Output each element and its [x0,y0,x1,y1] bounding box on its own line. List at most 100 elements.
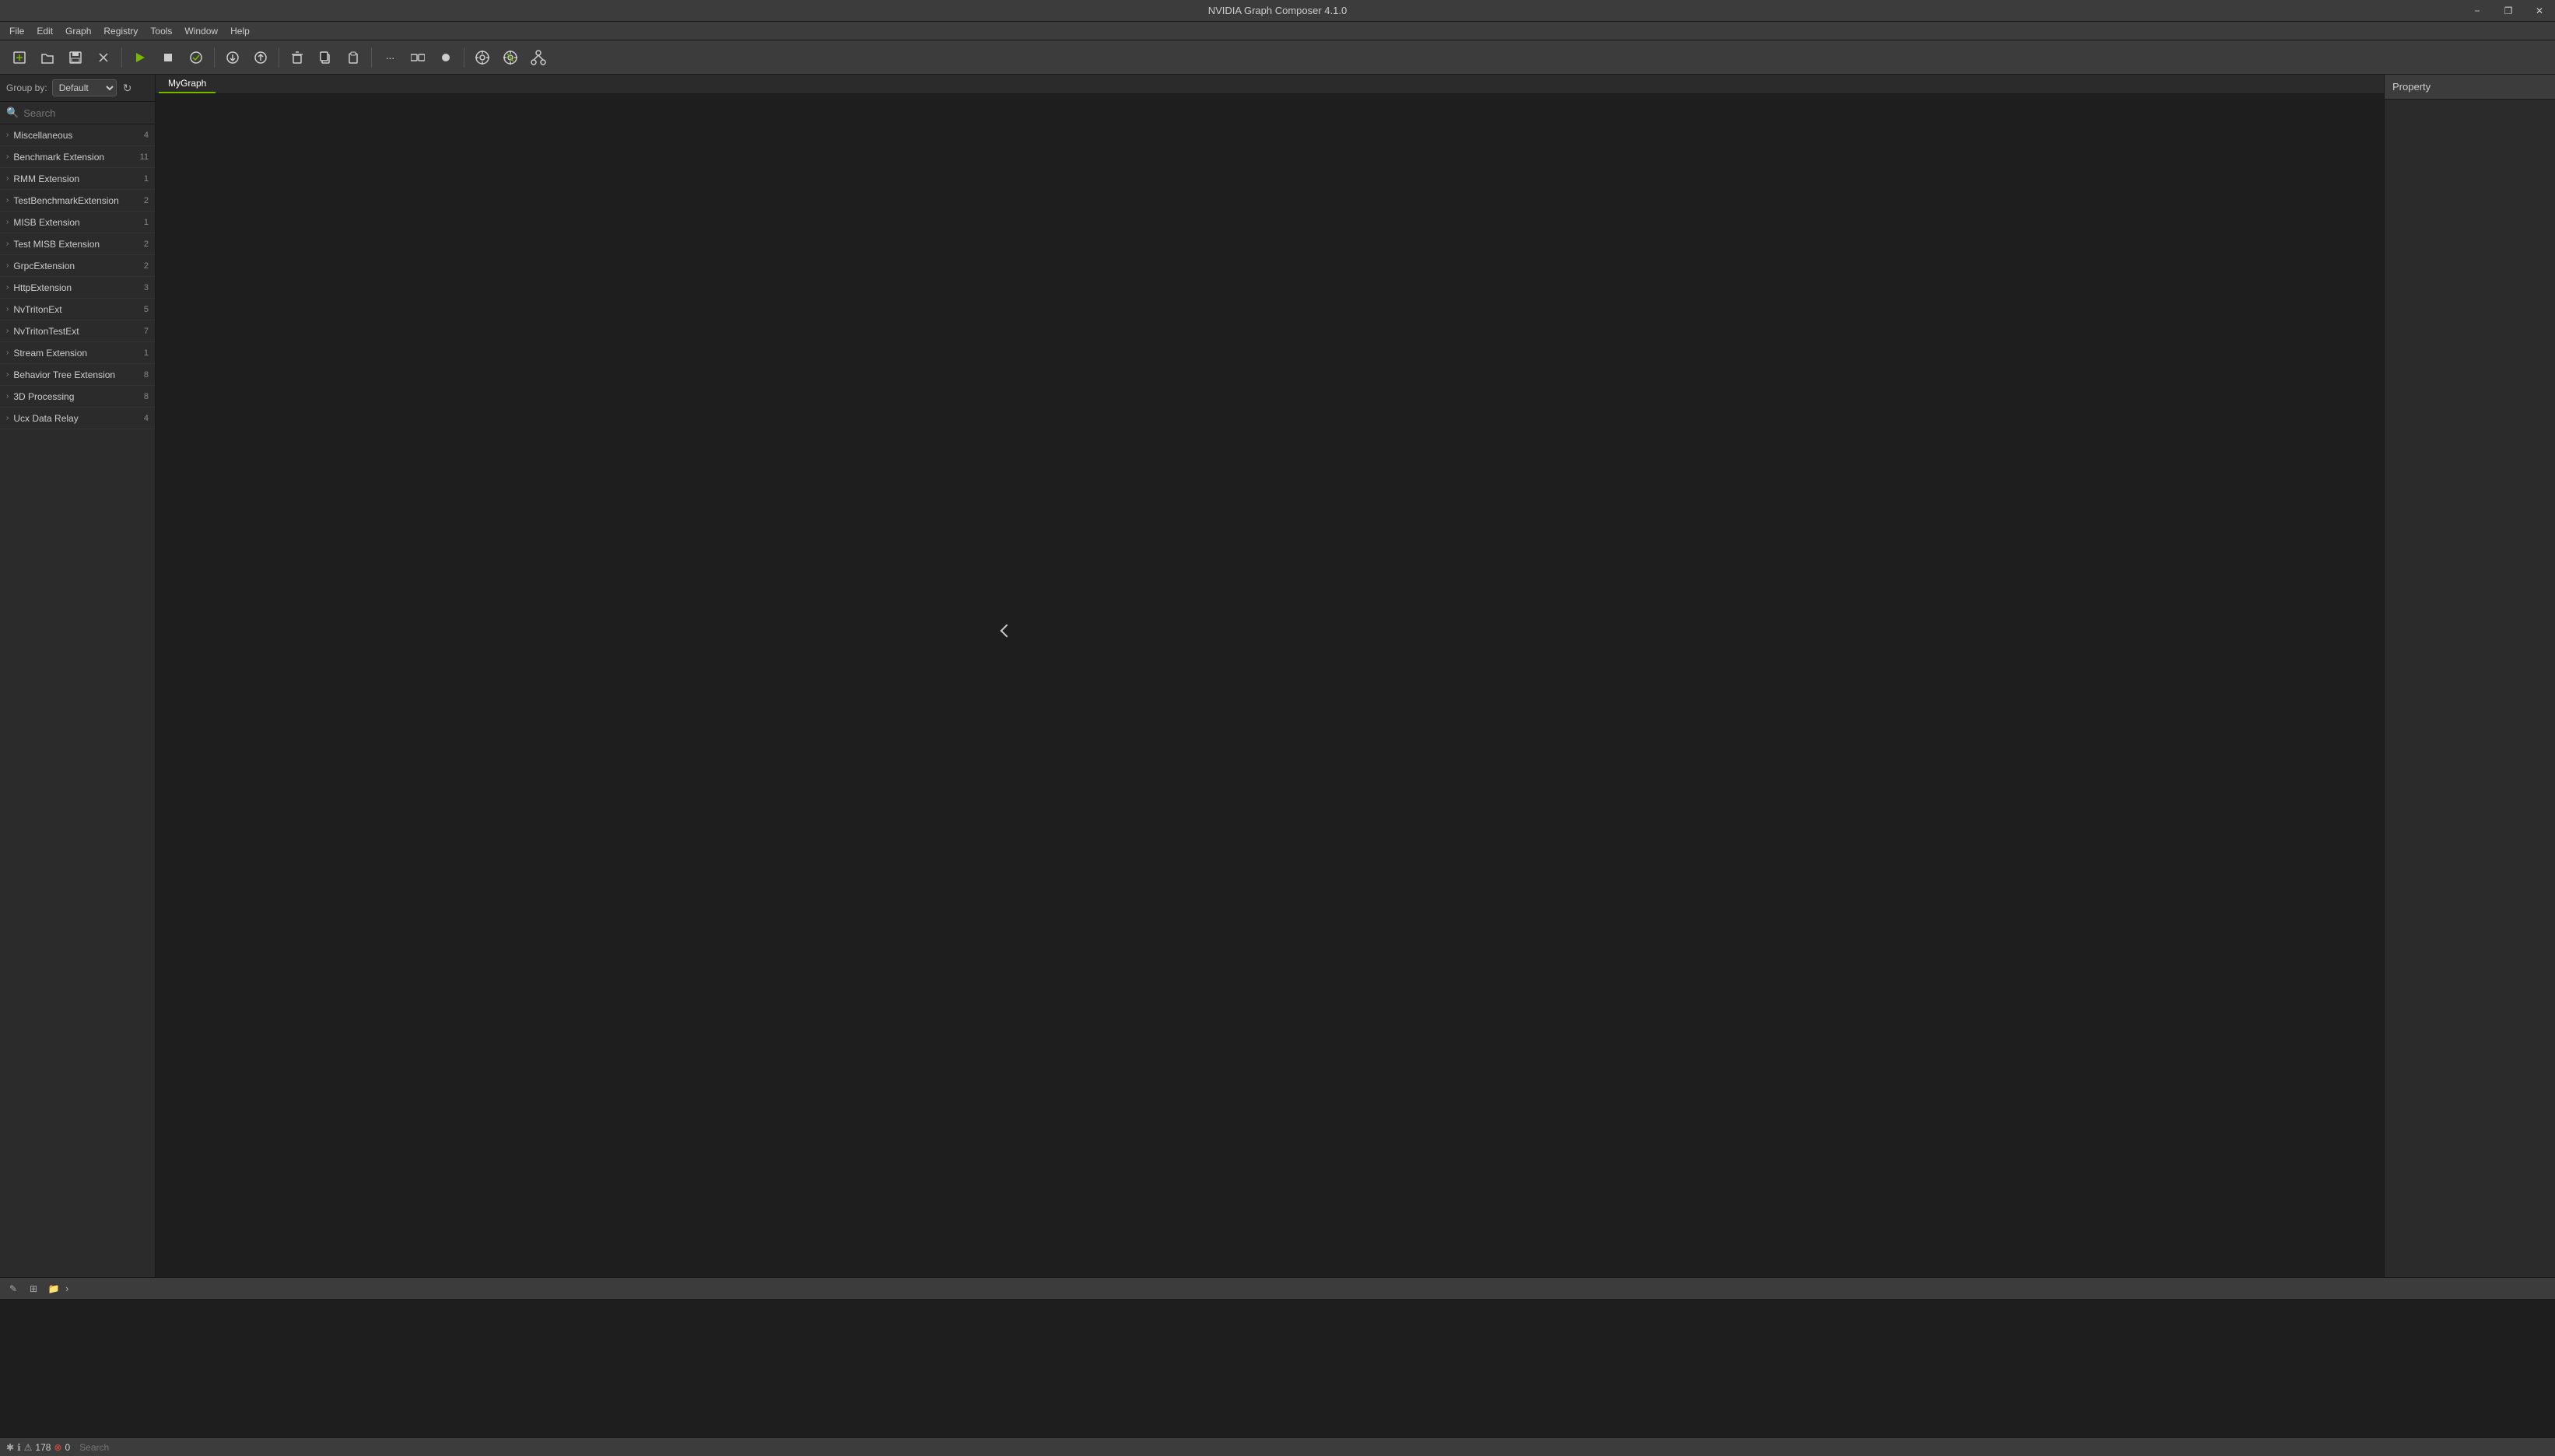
list-item[interactable]: › HttpExtension3 [0,277,155,299]
menu-bar: FileEditGraphRegistryToolsWindowHelp [0,22,2555,40]
component-list: ›Miscellaneous4›Benchmark Extension11›RM… [0,124,155,1277]
chevron-right-icon: › [6,131,9,139]
check-button[interactable] [183,44,209,71]
separator-1 [121,47,122,68]
list-item-label: NvTritonTestExt [13,326,141,337]
chevron-right-icon: › [6,152,9,161]
chevron-right-icon: › [6,261,9,270]
list-item-count: 7 [144,327,149,336]
graph-area: MyGraph [156,75,2384,1277]
graph-tabs: MyGraph [156,75,2384,94]
list-item-count: 3 [144,283,149,292]
group-by-select[interactable]: Default Category Extension [52,79,117,96]
list-item-label: TestBenchmarkExtension [13,195,141,206]
branch-button[interactable] [525,44,552,71]
list-item-label: Stream Extension [13,348,141,359]
graph-canvas[interactable] [156,94,2384,1277]
list-item[interactable]: › NvTritonTestExt7 [0,320,155,342]
list-item[interactable]: ›3D Processing8 [0,386,155,408]
group-by-label: Group by: [6,82,47,93]
new-button[interactable] [6,44,33,71]
list-item-count: 2 [144,240,149,249]
open-button[interactable] [34,44,61,71]
minimize-button[interactable]: − [2462,0,2493,21]
list-item[interactable]: ›TestBenchmarkExtension2 [0,190,155,212]
list-item-count: 1 [144,218,149,227]
menu-item-file[interactable]: File [3,22,30,40]
list-item[interactable]: ›Miscellaneous4 [0,124,155,146]
status-warning-icon: ⚠ [24,1442,33,1453]
search-input[interactable] [23,107,156,119]
refresh-button[interactable]: ↻ [121,80,134,96]
list-item-label: Test MISB Extension [13,239,141,250]
save-button[interactable] [62,44,89,71]
close-button[interactable]: ✕ [2524,0,2555,21]
list-item-count: 1 [144,174,149,184]
target2-button[interactable] [497,44,524,71]
bottom-grid-button[interactable]: ⊞ [25,1280,42,1297]
chevron-right-icon: › [6,414,9,422]
list-item[interactable]: › MISB Extension1 [0,212,155,233]
delete-button[interactable] [284,44,310,71]
copy-button[interactable] [312,44,338,71]
menu-item-edit[interactable]: Edit [30,22,59,40]
bottom-arrow: › [65,1283,68,1294]
status-asterisk-icon: ✱ [6,1442,14,1453]
chevron-right-icon: › [6,218,9,226]
list-item[interactable]: › Test MISB Extension2 [0,233,155,255]
list-item-label: GrpcExtension [13,261,141,271]
list-item-label: HttpExtension [13,282,141,293]
list-item[interactable]: › RMM Extension1 [0,168,155,190]
chevron-right-icon: › [6,174,9,183]
play-button[interactable] [127,44,153,71]
status-search-input[interactable] [79,1442,2549,1453]
main-content: Group by: Default Category Extension ↻ 🔍… [0,75,2555,1277]
list-item[interactable]: › Behavior Tree Extension8 [0,364,155,386]
search-icon: 🔍 [6,107,19,119]
chevron-right-icon: › [6,283,9,292]
bottom-edit-button[interactable]: ✎ [5,1280,22,1297]
list-item[interactable]: ›Benchmark Extension11 [0,146,155,168]
status-count: 178 [35,1442,51,1453]
list-item[interactable]: ›NvTritonExt5 [0,299,155,320]
bottom-folder-button[interactable]: 📁 [45,1280,62,1297]
ellipsis-button1[interactable]: ··· [377,44,403,71]
menu-item-help[interactable]: Help [224,22,256,40]
maximize-button[interactable]: ❐ [2493,0,2524,21]
graph-tab[interactable]: MyGraph [159,75,216,93]
ellipsis-button2[interactable] [405,44,431,71]
window-controls: − ❐ ✕ [2462,0,2555,21]
chevron-right-icon: › [6,327,9,335]
list-item-label: RMM Extension [13,173,141,184]
menu-item-graph[interactable]: Graph [59,22,97,40]
list-item-count: 5 [144,305,149,314]
list-item-count: 8 [144,392,149,401]
status-bar: ✱ ℹ ⚠ 178 ⊗ 0 [0,1437,2555,1456]
list-item-label: MISB Extension [13,217,141,228]
paste-button[interactable] [340,44,366,71]
list-item[interactable]: ›Ucx Data Relay4 [0,408,155,429]
chevron-right-icon: › [6,348,9,357]
menu-item-tools[interactable]: Tools [144,22,178,40]
chevron-right-icon: › [6,240,9,248]
dot-button[interactable] [433,44,459,71]
list-item-count: 8 [144,370,149,380]
download-button[interactable] [219,44,246,71]
target1-button[interactable] [469,44,496,71]
close-graph-button[interactable] [90,44,117,71]
chevron-right-icon: › [6,196,9,205]
chevron-right-icon: › [6,305,9,313]
list-item-label: Behavior Tree Extension [13,369,141,380]
stop-button[interactable] [155,44,181,71]
menu-item-registry[interactable]: Registry [97,22,144,40]
list-item[interactable]: › Stream Extension1 [0,342,155,364]
menu-item-window[interactable]: Window [178,22,224,40]
upload-button[interactable] [247,44,274,71]
list-item[interactable]: ›GrpcExtension2 [0,255,155,277]
list-item-label: Ucx Data Relay [13,413,141,424]
chevron-right-icon: › [6,370,9,379]
list-item-count: 1 [144,348,149,358]
status-error-count: 0 [65,1442,70,1453]
app-title: NVIDIA Graph Composer 4.1.0 [1208,5,1347,16]
separator-2 [214,47,215,68]
